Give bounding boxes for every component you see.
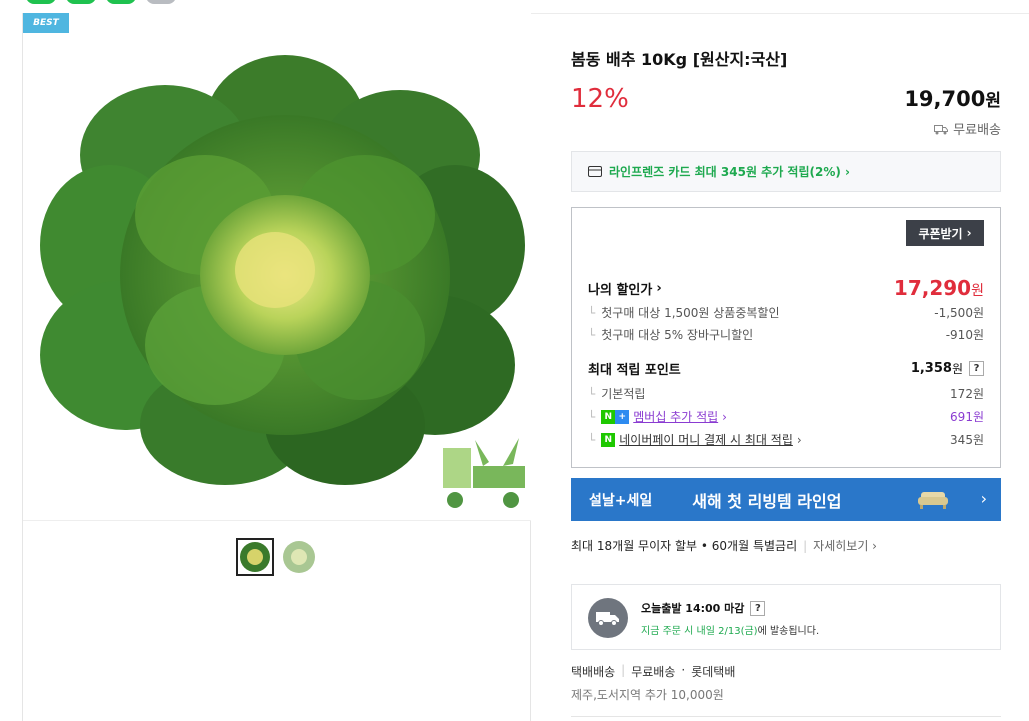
product-title: 봄동 배추 10Kg [원산지:국산] — [571, 50, 788, 69]
share-icon[interactable] — [106, 0, 136, 4]
best-badge: BEST — [23, 13, 69, 33]
discount-rate: 12% — [571, 84, 629, 114]
divider: | — [621, 663, 626, 677]
delivery-title: 오늘출발 14:00 마감? — [641, 600, 766, 616]
delivery-rest: 에 발송됩니다. — [757, 626, 820, 637]
points-unit: 원 — [951, 362, 963, 376]
installment-text: 최대 18개월 무이자 할부 • 60개월 특별금리 — [571, 539, 798, 553]
discount-label: 첫구매 대상 1,500원 상품중복할인 — [601, 306, 780, 320]
truck-icon — [934, 124, 949, 134]
thumbnail-1[interactable] — [236, 538, 274, 576]
coupon-box: 쿠폰받기 › 나의 할인가 › 17,290원 └ 첫구매 대상 1,500원 상품중… — [571, 207, 1001, 468]
npay-link[interactable]: 네이버페이 머니 결제 시 최대 적립 — [619, 431, 793, 448]
product-gallery: BEST — [22, 13, 531, 721]
chevron-right-icon: › — [722, 409, 727, 424]
help-icon[interactable]: ? — [750, 600, 766, 616]
point-item-label: 기본적립 — [601, 387, 646, 401]
discount-value: -1,500원 — [934, 306, 984, 320]
point-item-row: └ N + 멤버십 추가 적립 › 691원 — [588, 408, 984, 425]
delivery-title-text: 오늘출발 14:00 마감 — [641, 602, 745, 615]
banner-tag: 설날+세일 — [589, 492, 653, 509]
point-item-row: └ N 네이버페이 머니 결제 시 최대 적립 › 345원 — [588, 431, 984, 448]
thumbnail-2[interactable] — [280, 538, 318, 576]
chevron-right-icon: › — [980, 489, 987, 508]
delivery-desc: 지금 주문 시 내일 2/13(금)에 발송됩니다. — [641, 622, 819, 637]
sofa-icon — [918, 492, 948, 509]
tree-line-icon: └ — [588, 327, 596, 342]
my-price-unit: 원 — [971, 283, 984, 299]
shipping-extra: 제주,도서지역 추가 10,000원 — [571, 688, 724, 702]
product-page: BEST 봄동 배추 10Kg [원산지:국산] 12% 19,700원 무료배… — [0, 0, 1029, 721]
delivery-date: 지금 주문 시 내일 2/13(금) — [641, 626, 758, 637]
points-value: 1,358 — [910, 361, 952, 376]
product-price: 19,700원 — [904, 86, 1001, 111]
shipping-info: 무료배송 — [934, 119, 1001, 138]
share-icon[interactable] — [66, 0, 96, 4]
help-icon[interactable]: ? — [969, 361, 984, 376]
points-row: 최대 적립 포인트 1,358 원? — [588, 359, 984, 378]
delivery-truck-icon — [588, 598, 628, 638]
discount-label: 첫구매 대상 5% 장바구니할인 — [601, 328, 754, 342]
discount-row: └ 첫구매 대상 5% 장바구니할인 -910원 — [588, 326, 984, 343]
top-icon-strip — [26, 0, 176, 4]
membership-link[interactable]: 멤버십 추가 적립 — [633, 408, 718, 425]
thumbnail-list — [236, 538, 318, 576]
share-icon[interactable] — [26, 0, 56, 4]
delivery-box: 오늘출발 14:00 마감? 지금 주문 시 내일 2/13(금)에 발송됩니다… — [571, 584, 1001, 650]
tree-line-icon: └ — [588, 386, 596, 401]
point-item-value: 345원 — [950, 433, 984, 447]
naver-plus-icon: N + — [601, 409, 630, 424]
my-price-value: 17,290 — [893, 276, 972, 300]
thumbnail-cabbage — [283, 541, 315, 573]
coupon-button-label: 쿠폰받기 — [918, 226, 963, 241]
shipping-method-text: 택배배송 — [571, 665, 616, 679]
cabbage-image — [40, 55, 525, 508]
installment-more-link[interactable]: 자세히보기 › — [813, 537, 877, 554]
shipping-label: 무료배송 — [953, 123, 1001, 138]
installment-info: 최대 18개월 무이자 할부 • 60개월 특별금리 | 자세히보기 › — [571, 537, 877, 554]
card-promo[interactable]: 라인프렌즈 카드 최대 345원 추가 적립(2%) › — [571, 151, 1001, 192]
shipping-fee: 무료배송 — [631, 665, 676, 679]
point-item-row: └ 기본적립 172원 — [588, 385, 984, 402]
my-price-row: 나의 할인가 › 17,290원 — [588, 276, 984, 300]
coupon-button[interactable]: 쿠폰받기 › — [906, 220, 984, 246]
divider: | — [803, 538, 808, 553]
product-main-image[interactable]: BEST — [23, 13, 531, 521]
tree-line-icon: └ — [588, 432, 596, 447]
naver-pay-icon: N — [601, 432, 616, 447]
dot-separator: · — [681, 663, 686, 677]
watermark-truck — [443, 438, 525, 508]
point-item-value: 691원 — [950, 410, 984, 424]
thumbnail-cabbage — [240, 542, 270, 572]
price-unit: 원 — [985, 91, 1001, 111]
chevron-right-icon: › — [656, 280, 662, 296]
banner-title: 새해 첫 리빙템 라인업 — [692, 491, 842, 511]
chevron-right-icon: › — [796, 432, 802, 447]
card-promo-text: 라인프렌즈 카드 최대 345원 추가 적립(2%) › — [609, 165, 850, 179]
points-label: 최대 적립 포인트 — [588, 363, 681, 378]
shipping-method: 택배배송 | 무료배송 · 롯데택배 — [571, 663, 735, 680]
tree-line-icon: └ — [588, 409, 596, 424]
discount-value: -910원 — [945, 328, 984, 342]
price-value: 19,700 — [904, 87, 986, 111]
my-price-label[interactable]: 나의 할인가 › — [588, 279, 662, 298]
divider — [571, 716, 1001, 717]
credit-card-icon — [588, 166, 602, 177]
discount-row: └ 첫구매 대상 1,500원 상품중복할인 -1,500원 — [588, 304, 984, 321]
promo-banner[interactable]: 설날+세일 새해 첫 리빙템 라인업 › — [571, 478, 1001, 521]
my-price-label-text: 나의 할인가 — [588, 282, 653, 298]
chevron-right-icon: › — [966, 226, 972, 240]
more-icon[interactable] — [146, 0, 176, 4]
tree-line-icon: └ — [588, 305, 596, 320]
my-price: 17,290원 — [894, 276, 984, 300]
points-total: 1,358 원? — [911, 360, 984, 377]
point-item-value: 172원 — [950, 387, 984, 401]
shipping-carrier: 롯데택배 — [691, 665, 736, 679]
